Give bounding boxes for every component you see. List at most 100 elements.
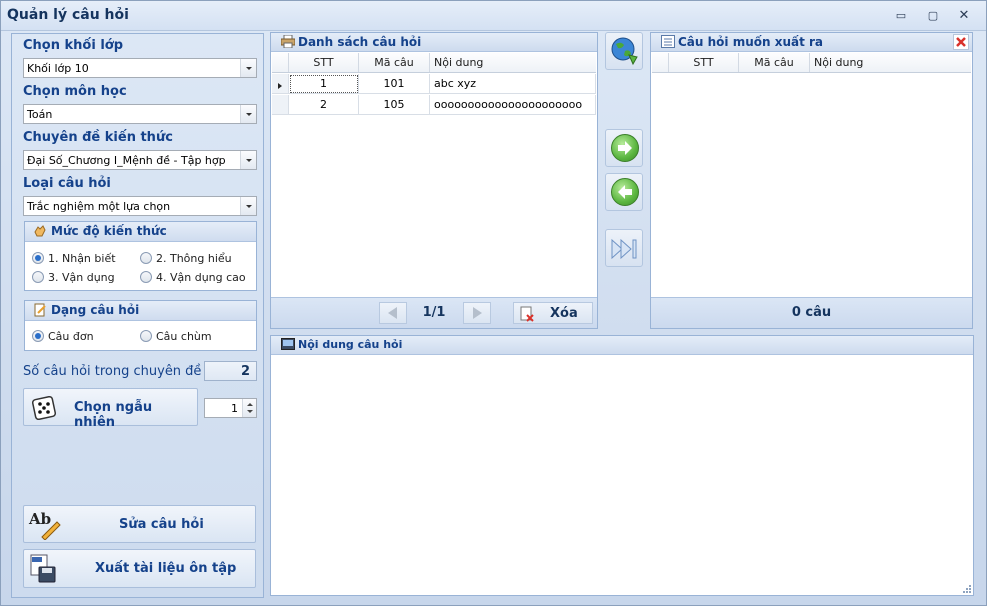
col-code[interactable]: Mã câu bbox=[739, 53, 810, 72]
add-to-export-button[interactable] bbox=[605, 129, 643, 167]
stepper-arrows-icon[interactable] bbox=[242, 399, 256, 417]
arrow-right-icon bbox=[618, 141, 632, 155]
next-page-button[interactable] bbox=[463, 302, 491, 324]
question-grid-header: STT Mã câu Nội dung bbox=[272, 53, 596, 73]
close-panel-button[interactable] bbox=[953, 34, 969, 50]
form-option-cluster[interactable]: Câu chùm bbox=[140, 330, 212, 343]
cell-stt[interactable]: 2 bbox=[289, 95, 359, 115]
export-grid-header: STT Mã câu Nội dung bbox=[652, 53, 971, 73]
cell-code[interactable]: 101 bbox=[359, 74, 430, 94]
random-pick-button[interactable]: Chọn ngẫu nhiên bbox=[23, 388, 198, 430]
form-option-single[interactable]: Câu đơn bbox=[32, 330, 94, 343]
table-row[interactable]: 1 101 abc xyz bbox=[272, 74, 596, 94]
title-bar: Quản lý câu hỏi ▭ ▢ ✕ bbox=[1, 1, 986, 31]
question-list-title: Danh sách câu hỏi bbox=[298, 35, 422, 49]
level-option-1[interactable]: 1. Nhận biết bbox=[32, 252, 116, 265]
question-list-header: Danh sách câu hỏi bbox=[271, 33, 597, 52]
content-panel-title: Nội dung câu hỏi bbox=[298, 338, 403, 351]
radio-selected-icon[interactable] bbox=[32, 252, 44, 264]
chevron-down-icon[interactable] bbox=[240, 197, 256, 215]
chevron-down-icon[interactable] bbox=[240, 151, 256, 169]
minimize-button[interactable]: ▭ bbox=[891, 7, 911, 25]
form-group-title: Dạng câu hỏi bbox=[51, 303, 140, 317]
monitor-icon bbox=[281, 338, 295, 350]
grade-value: Khối lớp 10 bbox=[27, 62, 89, 75]
row-selector-header bbox=[272, 53, 289, 72]
question-count-value: 2 bbox=[204, 361, 257, 381]
table-row[interactable]: 2 105 oooooooooooooooooooooo bbox=[272, 95, 596, 115]
close-icon bbox=[956, 37, 966, 47]
cell-content[interactable]: abc xyz bbox=[430, 74, 596, 94]
question-list-footer: 1/1 Xóa bbox=[271, 297, 597, 328]
export-list-footer: 0 câu bbox=[651, 297, 972, 328]
question-form-group: Dạng câu hỏi Câu đơn Câu chùm bbox=[24, 300, 257, 351]
chevron-down-icon[interactable] bbox=[240, 105, 256, 123]
row-selector-header bbox=[652, 53, 669, 72]
random-pick-label: Chọn ngẫu nhiên bbox=[74, 400, 153, 430]
col-stt[interactable]: STT bbox=[289, 53, 359, 72]
triangle-right-icon bbox=[473, 307, 482, 319]
close-window-button[interactable]: ✕ bbox=[954, 7, 974, 25]
previous-page-button[interactable] bbox=[379, 302, 407, 324]
radio-icon[interactable] bbox=[32, 271, 44, 283]
grade-select[interactable]: Khối lớp 10 bbox=[23, 58, 257, 78]
radio-icon[interactable] bbox=[140, 252, 152, 264]
topic-value: Đại Số_Chương I_Mệnh đề - Tập hợp bbox=[27, 154, 226, 167]
delete-button[interactable]: Xóa bbox=[513, 302, 593, 324]
window-title: Quản lý câu hỏi bbox=[7, 7, 129, 23]
export-list-panel: Câu hỏi muốn xuất ra STT Mã câu Nội dung… bbox=[650, 32, 973, 329]
delete-label: Xóa bbox=[550, 306, 578, 321]
topic-label: Chuyên đề kiến thức bbox=[23, 130, 173, 145]
arrow-left-icon bbox=[618, 185, 632, 199]
col-content[interactable]: Nội dung bbox=[430, 53, 596, 72]
level-option-4[interactable]: 4. Vận dụng cao bbox=[140, 271, 246, 284]
maximize-button[interactable]: ▢ bbox=[923, 7, 943, 25]
list-icon bbox=[661, 35, 675, 48]
resize-grip-icon[interactable] bbox=[962, 584, 972, 594]
random-quantity-stepper[interactable]: 1 bbox=[204, 398, 257, 418]
radio-icon[interactable] bbox=[140, 330, 152, 342]
level-group: Mức độ kiến thức 1. Nhận biết 2. Thông h… bbox=[24, 221, 257, 291]
export-list-title: Câu hỏi muốn xuất ra bbox=[678, 35, 824, 49]
export-count: 0 câu bbox=[791, 305, 832, 320]
row-pointer-icon[interactable] bbox=[272, 74, 289, 94]
level-option-3[interactable]: 3. Vận dụng bbox=[32, 271, 115, 284]
radio-icon[interactable] bbox=[140, 271, 152, 283]
subject-select[interactable]: Toán bbox=[23, 104, 257, 124]
main-window: Quản lý câu hỏi ▭ ▢ ✕ Chọn khối lớp Khối… bbox=[0, 0, 987, 606]
form-group-header: Dạng câu hỏi bbox=[25, 301, 256, 321]
edit-question-button[interactable]: Ab Sửa câu hỏi bbox=[23, 505, 256, 543]
question-content-panel: Nội dung câu hỏi bbox=[270, 335, 974, 596]
grade-label: Chọn khối lớp bbox=[23, 38, 124, 53]
remove-from-export-button[interactable] bbox=[605, 173, 643, 211]
edit-question-label: Sửa câu hỏi bbox=[119, 517, 204, 532]
type-select[interactable]: Trắc nghiệm một lựa chọn bbox=[23, 196, 257, 216]
export-document-button[interactable]: Xuất tài liệu ôn tập bbox=[23, 549, 256, 588]
level-option-2[interactable]: 2. Thông hiểu bbox=[140, 252, 232, 265]
export-document-label: Xuất tài liệu ôn tập bbox=[95, 561, 237, 576]
globe-icon bbox=[611, 37, 638, 66]
subject-value: Toán bbox=[27, 108, 53, 121]
level-group-title: Mức độ kiến thức bbox=[51, 224, 167, 238]
cell-stt[interactable]: 1 bbox=[289, 74, 359, 94]
globe-refresh-button[interactable] bbox=[605, 32, 643, 70]
subject-label: Chọn môn học bbox=[23, 84, 127, 99]
row-selector[interactable] bbox=[272, 95, 289, 115]
cell-code[interactable]: 105 bbox=[359, 95, 430, 115]
topic-select[interactable]: Đại Số_Chương I_Mệnh đề - Tập hợp bbox=[23, 150, 257, 170]
col-content[interactable]: Nội dung bbox=[810, 53, 971, 72]
filter-panel: Chọn khối lớp Khối lớp 10 Chọn môn học T… bbox=[11, 33, 264, 598]
printer-icon bbox=[281, 35, 295, 48]
question-content-area[interactable] bbox=[271, 356, 973, 595]
export-list-header: Câu hỏi muốn xuất ra bbox=[651, 33, 972, 52]
add-all-button[interactable] bbox=[605, 229, 643, 267]
cell-content[interactable]: oooooooooooooooooooooo bbox=[430, 95, 596, 115]
doc-save-icon bbox=[30, 554, 56, 583]
question-count-label: Số câu hỏi trong chuyên đề : bbox=[23, 364, 210, 379]
col-code[interactable]: Mã câu bbox=[359, 53, 430, 72]
chevron-down-icon[interactable] bbox=[240, 59, 256, 77]
radio-selected-icon[interactable] bbox=[32, 330, 44, 342]
hand-icon bbox=[34, 225, 46, 237]
col-stt[interactable]: STT bbox=[669, 53, 739, 72]
type-label: Loại câu hỏi bbox=[23, 176, 111, 191]
